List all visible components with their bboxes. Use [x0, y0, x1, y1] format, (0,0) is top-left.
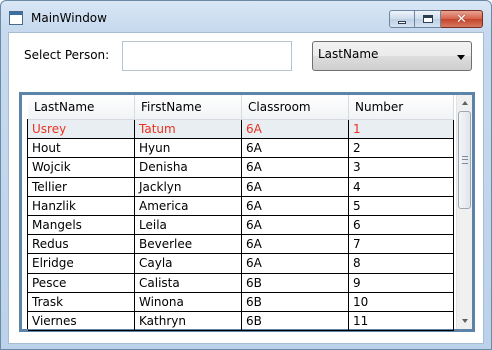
person-input[interactable] [122, 41, 292, 71]
cell-number[interactable]: 5 [349, 196, 454, 215]
cell-firstname[interactable]: America [135, 196, 242, 215]
cell-lastname[interactable]: Wojcik [28, 158, 135, 177]
cell-number[interactable]: 9 [349, 273, 454, 292]
cell-classroom[interactable]: 6B [242, 273, 349, 292]
table-row[interactable]: Redus Beverlee 6A 7 [28, 235, 454, 255]
close-button[interactable]: ✕ [441, 10, 483, 28]
minimize-button[interactable] [389, 10, 415, 28]
cell-classroom[interactable]: 6A [242, 235, 349, 254]
cell-number[interactable]: 6 [349, 215, 454, 235]
cell-classroom[interactable]: 6B [242, 311, 349, 331]
cell-number[interactable]: 1 [349, 120, 454, 139]
table-row[interactable]: Hout Hyun 6A 2 [28, 139, 454, 159]
close-icon: ✕ [456, 11, 467, 27]
table-row[interactable]: Usrey Tatum 6A 1 [28, 120, 454, 140]
main-window: MainWindow ✕ Select Person: LastName Las… [0, 0, 492, 350]
scroll-thumb[interactable] [458, 111, 471, 209]
cell-classroom[interactable]: 6A [242, 215, 349, 235]
cell-lastname[interactable]: Hanzlik [28, 196, 135, 215]
column-header-number[interactable]: Number [349, 95, 454, 119]
column-header-lastname[interactable]: LastName [28, 95, 135, 119]
cell-number[interactable]: 3 [349, 158, 454, 177]
cell-number[interactable]: 11 [349, 311, 454, 331]
data-grid-frame: LastName FirstName Classroom Number Usre… [19, 92, 475, 332]
sort-combobox-value: LastName [318, 47, 379, 61]
app-window-icon [9, 11, 23, 25]
cell-lastname[interactable]: Redus [28, 235, 135, 254]
cell-firstname[interactable]: Denisha [135, 158, 242, 177]
minimize-icon [398, 20, 406, 24]
cell-classroom[interactable]: 6A [242, 139, 349, 158]
arrow-down-icon [462, 319, 468, 323]
table-row[interactable]: Viernes Kathryn 6B 11 [28, 311, 454, 332]
cell-firstname[interactable]: Leila [135, 215, 242, 235]
cell-classroom[interactable]: 6A [242, 120, 349, 139]
grid-left-border [27, 119, 28, 329]
cell-classroom[interactable]: 6A [242, 196, 349, 215]
table-row[interactable]: Hanzlik America 6A 5 [28, 196, 454, 216]
grip-icon [462, 156, 468, 164]
maximize-button[interactable] [415, 10, 441, 28]
cell-classroom[interactable]: 6B [242, 292, 349, 311]
cell-classroom[interactable]: 6A [242, 254, 349, 273]
scroll-up-button[interactable] [457, 95, 473, 111]
cell-lastname[interactable]: Elridge [28, 254, 135, 273]
table-row[interactable]: Tellier Jacklyn 6A 4 [28, 177, 454, 197]
cell-number[interactable]: 10 [349, 292, 454, 311]
table-row[interactable]: Mangels Leila 6A 6 [28, 215, 454, 236]
cell-lastname[interactable]: Pesce [28, 273, 135, 292]
cell-firstname[interactable]: Tatum [135, 120, 242, 139]
cell-lastname[interactable]: Trask [28, 292, 135, 311]
grid-body: Usrey Tatum 6A 1 Hout Hyun 6A 2 Wojcik Denisha 6A 3… [28, 120, 454, 332]
table-row[interactable]: Elridge Cayla 6A 8 [28, 254, 454, 274]
column-header-classroom[interactable]: Classroom [242, 95, 349, 119]
cell-firstname[interactable]: Kathryn [135, 311, 242, 331]
cell-number[interactable]: 7 [349, 235, 454, 254]
cell-lastname[interactable]: Tellier [28, 177, 135, 196]
select-person-label: Select Person: [24, 48, 110, 62]
window-title: MainWindow [31, 11, 107, 25]
table-row[interactable]: Trask Winona 6B 10 [28, 292, 454, 312]
cell-number[interactable]: 2 [349, 139, 454, 158]
cell-lastname[interactable]: Mangels [28, 215, 135, 235]
cell-firstname[interactable]: Cayla [135, 254, 242, 273]
cell-classroom[interactable]: 6A [242, 158, 349, 177]
cell-firstname[interactable]: Winona [135, 292, 242, 311]
maximize-icon [422, 15, 433, 23]
chevron-down-icon [457, 55, 465, 60]
cell-firstname[interactable]: Calista [135, 273, 242, 292]
table-row[interactable]: Wojcik Denisha 6A 3 [28, 158, 454, 178]
cell-lastname[interactable]: Viernes [28, 311, 135, 331]
cell-lastname[interactable]: Usrey [28, 120, 135, 139]
caption-buttons: ✕ [389, 10, 483, 28]
cell-number[interactable]: 8 [349, 254, 454, 273]
client-area: Select Person: LastName LastName FirstNa… [8, 32, 484, 344]
scroll-down-button[interactable] [457, 313, 473, 329]
cell-firstname[interactable]: Jacklyn [135, 177, 242, 196]
table-row[interactable]: Pesce Calista 6B 9 [28, 273, 454, 293]
arrow-up-icon [462, 101, 468, 105]
cell-lastname[interactable]: Hout [28, 139, 135, 158]
column-header-firstname[interactable]: FirstName [135, 95, 242, 119]
title-bar[interactable]: MainWindow ✕ [1, 1, 491, 33]
vertical-scrollbar[interactable] [456, 95, 472, 329]
sort-combobox[interactable]: LastName [312, 41, 472, 71]
cell-firstname[interactable]: Beverlee [135, 235, 242, 254]
cell-firstname[interactable]: Hyun [135, 139, 242, 158]
data-grid[interactable]: LastName FirstName Classroom Number Usre… [28, 95, 454, 332]
cell-number[interactable]: 4 [349, 177, 454, 196]
grid-header: LastName FirstName Classroom Number [28, 95, 454, 120]
cell-classroom[interactable]: 6A [242, 177, 349, 196]
